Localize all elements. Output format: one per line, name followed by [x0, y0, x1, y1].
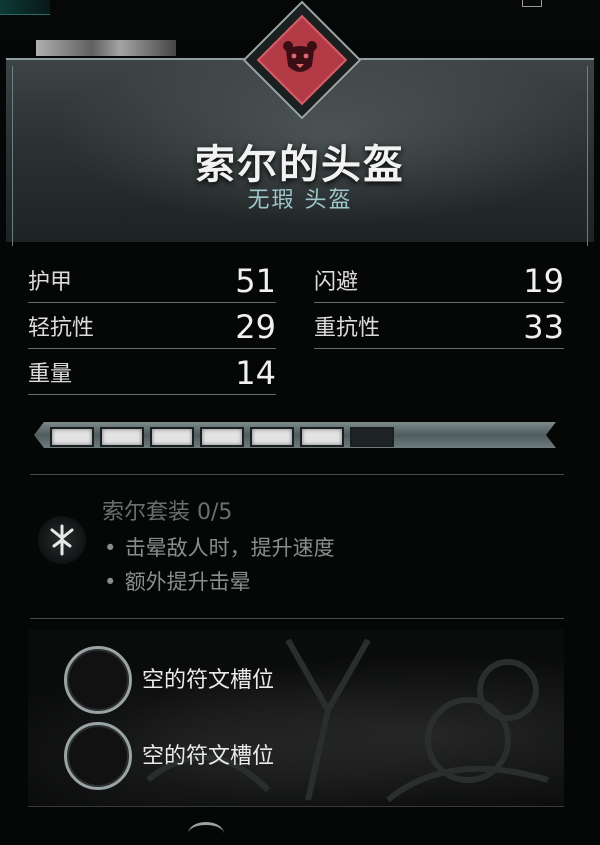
item-header: 索尔的头盔 无瑕 头盔: [6, 0, 594, 246]
stat-light-resistance: 轻抗性 29: [28, 304, 276, 349]
partial-ring: [188, 822, 224, 845]
set-bonus-badge: [38, 516, 86, 564]
item-quality-type: 无瑕 头盔: [247, 188, 353, 213]
stat-label: 重抗性: [314, 316, 381, 341]
stat-value: 29: [235, 308, 276, 346]
upgrade-segment-filled: [50, 427, 94, 447]
upgrade-segment-filled: [150, 427, 194, 447]
upgrade-segment-filled: [100, 427, 144, 447]
top-left-accent: [0, 0, 50, 15]
upgrade-segment-filled: [200, 427, 244, 447]
set-bonus-title: 索尔套装 0/5: [102, 500, 233, 525]
stat-label: 轻抗性: [28, 316, 95, 341]
divider: [28, 806, 564, 807]
set-bonus-effect: • 击晕敌人时，提升速度: [104, 536, 335, 560]
stat-value: 14: [235, 354, 276, 392]
stat-label: 闪避: [314, 270, 359, 295]
stat-value: 19: [523, 262, 564, 300]
upgrade-segment-filled: [250, 427, 294, 447]
upgrade-segment-empty: [350, 427, 394, 447]
decorative-scratch: [36, 40, 176, 56]
rune-slot-label: 空的符文槽位: [142, 744, 275, 769]
top-right-frame: [522, 0, 542, 7]
stat-value: 33: [523, 308, 564, 346]
stat-dodge: 闪避 19: [314, 258, 564, 303]
divider: [30, 618, 564, 619]
rune-symbol-icon: [50, 524, 74, 556]
stat-armor: 护甲 51: [28, 258, 276, 303]
stat-value: 51: [235, 262, 276, 300]
item-emblem: [242, 0, 362, 120]
stat-label: 重量: [28, 362, 73, 387]
bear-head-icon: [252, 10, 348, 106]
rune-slot[interactable]: [64, 722, 132, 790]
bullet: •: [104, 570, 117, 594]
divider: [30, 474, 564, 475]
rune-slots-panel: 空的符文槽位 空的符文槽位: [28, 630, 564, 806]
upgrade-segment-filled: [300, 427, 344, 447]
rune-slot-label: 空的符文槽位: [142, 668, 275, 693]
stat-weight: 重量 14: [28, 350, 276, 395]
bullet: •: [104, 536, 117, 560]
set-bonus-effect: • 额外提升击晕: [104, 570, 251, 594]
stat-label: 护甲: [28, 270, 73, 295]
stat-heavy-resistance: 重抗性 33: [314, 304, 564, 349]
rune-slot[interactable]: [64, 646, 132, 714]
